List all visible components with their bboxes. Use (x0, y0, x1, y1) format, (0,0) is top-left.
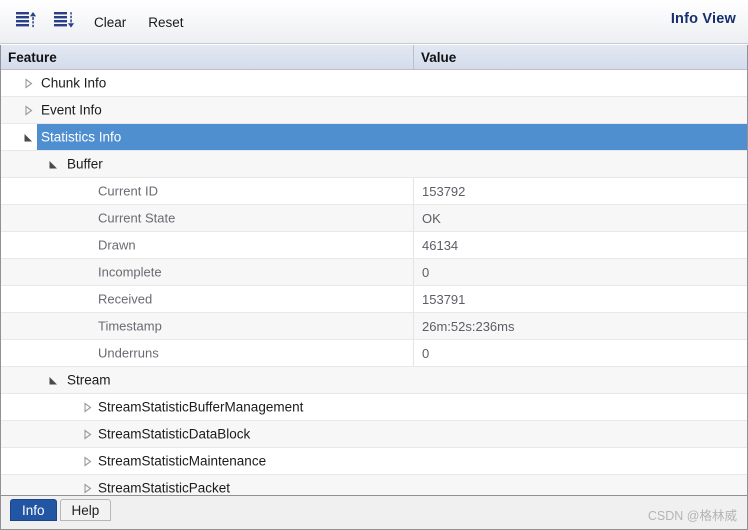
expand-triangle-right-icon[interactable] (80, 427, 94, 441)
row-label: StreamStatisticMaintenance (98, 453, 267, 469)
cell-feature[interactable]: Current State (1, 205, 414, 231)
column-header-feature[interactable]: Feature (1, 45, 414, 69)
cell-value[interactable] (414, 70, 747, 96)
cell-feature[interactable]: StreamStatisticBufferManagement (1, 394, 414, 420)
row-label: Statistics Info (41, 129, 122, 145)
expand-triangle-right-icon[interactable] (21, 103, 35, 117)
row-label: StreamStatisticDataBlock (98, 426, 251, 442)
table-row[interactable]: Chunk Info (1, 70, 747, 97)
expand-triangle-right-icon[interactable] (80, 400, 94, 414)
cell-value[interactable]: 46134 (414, 232, 747, 258)
tab-info[interactable]: Info (10, 499, 57, 521)
cell-value[interactable]: 0 (414, 259, 747, 285)
table-row[interactable]: Timestamp 26m:52s:236ms (1, 313, 747, 340)
expand-triangle-down-icon[interactable] (21, 130, 35, 144)
table-row[interactable]: Incomplete 0 (1, 259, 747, 286)
cell-feature[interactable]: StreamStatisticPacket (1, 475, 414, 495)
table-row[interactable]: Current ID 153792 (1, 178, 747, 205)
expand-triangle-right-icon[interactable] (21, 76, 35, 90)
row-label: Event Info (41, 102, 102, 118)
expand-triangle-down-icon[interactable] (46, 373, 60, 387)
expand-triangle-right-icon[interactable] (80, 481, 94, 495)
column-header-value[interactable]: Value (414, 45, 747, 69)
cell-value[interactable] (414, 151, 747, 177)
table-row[interactable]: Drawn 46134 (1, 232, 747, 259)
cell-feature[interactable]: Buffer (1, 151, 414, 177)
feature-tree-table: Feature Value Chunk Info Event Info Statis… (0, 45, 748, 495)
row-label: Incomplete (98, 264, 162, 280)
reset-button[interactable]: Reset (138, 9, 193, 35)
row-label: Buffer (67, 156, 103, 172)
table-row[interactable]: StreamStatisticPacket (1, 475, 747, 495)
watermark-text: CSDN @格林威 (647, 509, 737, 523)
cell-value[interactable]: 153792 (414, 178, 747, 204)
table-row[interactable]: Received 153791 (1, 286, 747, 313)
table-header-row: Feature Value (1, 45, 747, 70)
info-view-window: Clear Reset Info View Feature Value Chun… (0, 0, 748, 530)
cell-value[interactable]: OK (414, 205, 747, 231)
cell-feature[interactable]: Current ID (1, 178, 414, 204)
bottom-tabbar: Info Help CSDN @格林威 (0, 495, 748, 530)
expand-triangle-right-icon[interactable] (80, 454, 94, 468)
cell-value[interactable] (414, 394, 747, 420)
expand-triangle-down-icon[interactable] (46, 157, 60, 171)
cell-value[interactable]: 153791 (414, 286, 747, 312)
panel-title: Info View (670, 11, 736, 27)
cell-value[interactable] (414, 475, 747, 495)
row-label: Current State (98, 210, 176, 226)
cell-feature[interactable]: Timestamp (1, 313, 414, 339)
table-row[interactable]: Underruns 0 (1, 340, 747, 367)
cell-feature[interactable]: Received (1, 286, 414, 312)
cell-value[interactable] (414, 367, 747, 393)
table-row[interactable]: Current State OK (1, 205, 747, 232)
row-label: Stream (67, 372, 111, 388)
row-label: Chunk Info (41, 75, 107, 91)
table-row[interactable]: Buffer (1, 151, 747, 178)
tab-help[interactable]: Help (59, 499, 112, 521)
lines-up-arrow-icon (15, 11, 37, 34)
lines-down-arrow-icon (53, 11, 75, 34)
cell-value[interactable]: 26m:52s:236ms (414, 313, 747, 339)
table-row[interactable]: Event Info (1, 97, 747, 124)
table-row[interactable]: StreamStatisticMaintenance (1, 448, 747, 475)
cell-feature[interactable]: Drawn (1, 232, 414, 258)
table-row[interactable]: StreamStatisticDataBlock (1, 421, 747, 448)
row-label: Drawn (98, 237, 136, 253)
table-row[interactable]: Stream (1, 367, 747, 394)
cell-feature[interactable]: Incomplete (1, 259, 414, 285)
table-row[interactable]: Statistics Info (1, 124, 747, 151)
toolbar: Clear Reset Info View (0, 0, 748, 44)
row-label: Underruns (98, 345, 159, 361)
cell-feature[interactable]: Event Info (1, 97, 414, 123)
cell-feature[interactable]: StreamStatisticMaintenance (1, 448, 414, 474)
table-row[interactable]: StreamStatisticBufferManagement (1, 394, 747, 421)
collapse-all-button[interactable] (8, 7, 44, 37)
cell-feature[interactable]: StreamStatisticDataBlock (1, 421, 414, 447)
cell-feature[interactable]: Underruns (1, 340, 414, 366)
clear-button[interactable]: Clear (84, 9, 136, 35)
cell-value[interactable] (414, 97, 747, 123)
row-label: StreamStatisticBufferManagement (98, 399, 304, 415)
cell-value[interactable] (414, 421, 747, 447)
row-label: Timestamp (98, 318, 162, 334)
row-label: Current ID (98, 183, 158, 199)
cell-feature[interactable]: Chunk Info (1, 70, 414, 96)
cell-value[interactable] (414, 448, 747, 474)
cell-feature[interactable]: Statistics Info (1, 124, 414, 150)
cell-feature[interactable]: Stream (1, 367, 414, 393)
row-label: Received (98, 291, 153, 307)
row-label: StreamStatisticPacket (98, 480, 231, 496)
cell-value[interactable]: 0 (414, 340, 747, 366)
expand-all-button[interactable] (46, 7, 82, 37)
table-rows: Chunk Info Event Info Statistics Info Buffe… (1, 70, 747, 495)
